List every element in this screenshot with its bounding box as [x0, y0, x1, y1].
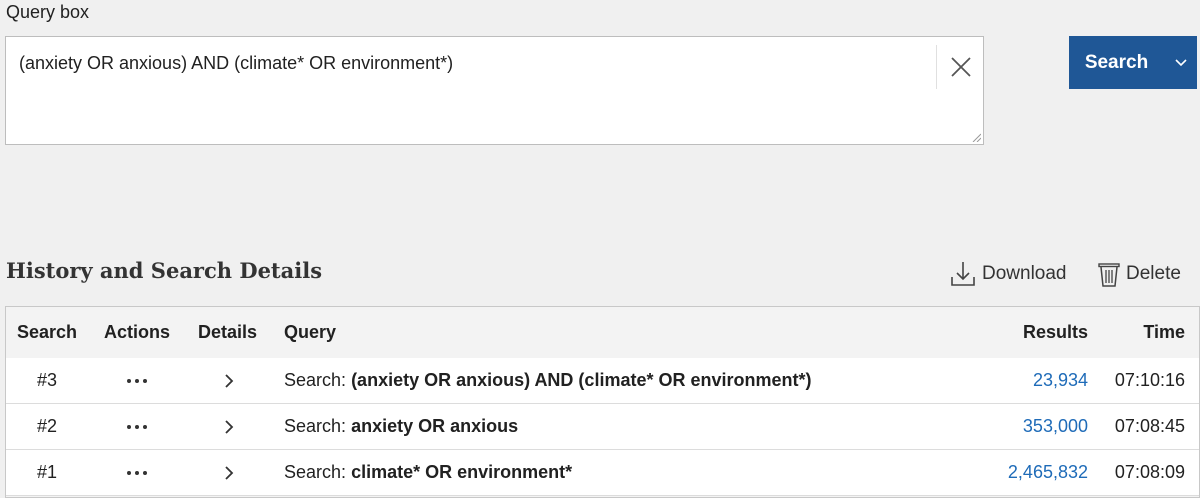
- search-button-label: Search: [1084, 51, 1149, 73]
- column-header-details: Details: [198, 321, 258, 342]
- actions-button[interactable]: [126, 404, 148, 449]
- details-toggle[interactable]: [224, 358, 234, 403]
- query-string: anxiety OR anxious: [351, 416, 519, 436]
- details-toggle[interactable]: [224, 404, 234, 449]
- table-row: #2 Search: anxiety OR anxious 353,000 07…: [6, 404, 1199, 450]
- actions-button[interactable]: [126, 450, 148, 495]
- more-icon: [127, 424, 147, 429]
- column-header-time: Time: [1143, 321, 1185, 342]
- query-cell: Search: anxiety OR anxious: [284, 404, 518, 449]
- search-number: #2: [37, 416, 58, 436]
- download-button[interactable]: Download: [950, 260, 1067, 288]
- results-link[interactable]: 23,934: [1033, 358, 1088, 403]
- search-number: #1: [37, 462, 58, 482]
- query-text[interactable]: (anxiety OR anxious) AND (climate* OR en…: [19, 53, 453, 74]
- details-toggle[interactable]: [224, 450, 234, 495]
- download-label: Download: [982, 263, 1067, 284]
- query-cell: Search: climate* OR environment*: [284, 450, 572, 495]
- query-string: (anxiety OR anxious) AND (climate* OR en…: [351, 370, 812, 390]
- time-cell: 07:10:16: [1114, 370, 1185, 390]
- table-row: #1 Search: climate* OR environment* 2,46…: [6, 450, 1199, 496]
- time-cell: 07:08:09: [1114, 462, 1185, 482]
- table-header: Search Actions Details Query Results Tim…: [6, 307, 1199, 357]
- download-icon: [951, 262, 975, 286]
- query-prefix: Search:: [284, 462, 347, 482]
- query-label: Query box: [6, 2, 90, 22]
- column-header-query: Query: [284, 321, 337, 342]
- more-icon: [127, 470, 147, 475]
- close-icon: [950, 57, 971, 77]
- chevron-right-icon: [225, 419, 234, 434]
- search-number: #3: [37, 370, 58, 390]
- query-string: climate* OR environment*: [351, 462, 573, 482]
- column-header-actions: Actions: [104, 321, 171, 342]
- table-row: #3 Search: (anxiety OR anxious) AND (cli…: [6, 358, 1199, 404]
- time-cell: 07:08:45: [1114, 416, 1185, 436]
- chevron-down-icon: [1174, 58, 1187, 66]
- query-input[interactable]: (anxiety OR anxious) AND (climate* OR en…: [5, 36, 984, 145]
- results-link[interactable]: 353,000: [1023, 404, 1088, 449]
- search-options-toggle[interactable]: [1164, 58, 1197, 68]
- clear-button[interactable]: [936, 45, 984, 89]
- chevron-right-icon: [225, 373, 234, 388]
- delete-label: Delete: [1126, 263, 1181, 284]
- history-title: History and Search Details: [6, 258, 323, 283]
- column-header-results: Results: [1022, 321, 1088, 342]
- query-prefix: Search:: [284, 416, 347, 436]
- query-prefix: Search:: [284, 370, 347, 390]
- resize-handle-icon[interactable]: [971, 132, 981, 142]
- query-cell: Search: (anxiety OR anxious) AND (climat…: [284, 358, 812, 403]
- chevron-right-icon: [225, 465, 234, 480]
- trash-icon: [1098, 263, 1120, 287]
- column-header-search: Search: [17, 321, 78, 342]
- more-icon: [127, 378, 147, 383]
- actions-button[interactable]: [126, 358, 148, 403]
- search-button[interactable]: Search: [1069, 36, 1197, 89]
- results-link[interactable]: 2,465,832: [1008, 450, 1088, 495]
- delete-button[interactable]: Delete: [1098, 260, 1181, 288]
- history-table: Search Actions Details Query Results Tim…: [5, 306, 1200, 498]
